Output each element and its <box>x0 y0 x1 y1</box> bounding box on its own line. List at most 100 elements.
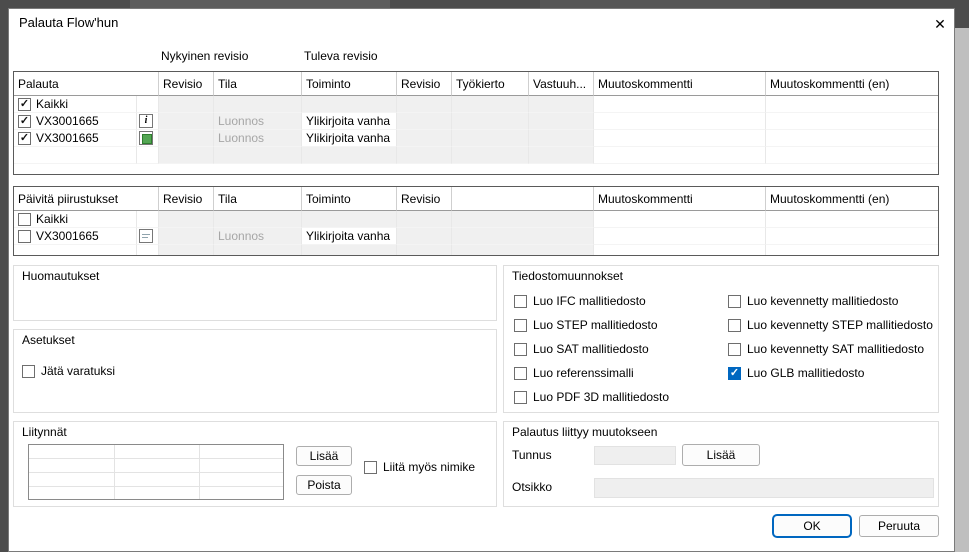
reference-model-option[interactable]: Luo referenssimalli <box>514 366 634 380</box>
reference-model-checkbox[interactable] <box>514 367 527 380</box>
vastuu-cell <box>529 130 594 147</box>
table-row-vx3001665[interactable]: VX3001665 Luonnos Ylikirjoita vanha <box>14 228 938 245</box>
row-name: VX3001665 <box>36 114 99 128</box>
ifc-checkbox[interactable] <box>514 295 527 308</box>
row-select-checkbox[interactable] <box>18 213 31 226</box>
step-checkbox[interactable] <box>514 319 527 332</box>
sat-option[interactable]: Luo SAT mallitiedosto <box>514 342 649 356</box>
col-toiminto: Toiminto <box>302 187 397 211</box>
drawing-icon <box>139 229 153 243</box>
row-name: Kaikki <box>36 97 68 111</box>
ok-button[interactable]: OK <box>773 515 851 537</box>
tyokierto-cell <box>452 96 529 113</box>
col-revisio-current: Revisio <box>159 187 214 211</box>
row-select-checkbox[interactable] <box>18 132 31 145</box>
col-muutoskommentti: Muutoskommentti <box>594 72 766 96</box>
table-row-vx3001665-2[interactable]: VX3001665 Luonnos Ylikirjoita vanha <box>14 130 938 147</box>
col-spacer <box>452 187 594 211</box>
leave-reserved-checkbox[interactable] <box>22 365 35 378</box>
row-select-checkbox[interactable] <box>18 230 31 243</box>
muutoskommentti-en-cell[interactable] <box>766 211 938 228</box>
notes-group-title: Huomautukset <box>22 269 99 283</box>
row-name: VX3001665 <box>36 131 99 145</box>
muutoskommentti-en-cell[interactable] <box>766 228 938 245</box>
background-panel <box>955 28 969 552</box>
conversions-group-title: Tiedostomuunnokset <box>512 269 623 283</box>
glb-option[interactable]: Luo GLB mallitiedosto <box>728 366 864 380</box>
connections-group-title: Liitynnät <box>22 425 67 439</box>
connections-remove-button[interactable]: Poista <box>296 475 352 495</box>
palauta-flowhun-dialog: Palauta Flow'hun ✕ Nykyinen revisio Tule… <box>8 8 955 552</box>
muutoskommentti-en-cell[interactable] <box>766 96 938 113</box>
muutoskommentti-cell[interactable] <box>594 130 766 147</box>
col-tyokierto: Työkierto <box>452 72 529 96</box>
tila-cell: Luonnos <box>214 228 302 245</box>
drawings-table: Päivitä piirustukset Revisio Tila Toimin… <box>13 186 939 256</box>
col-muutoskommentti-en: Muutoskommentti (en) <box>766 187 938 211</box>
return-table: Palauta Revisio Tila Toiminto Revisio Ty… <box>13 71 939 175</box>
glb-label: Luo GLB mallitiedosto <box>747 366 864 380</box>
tila-cell: Luonnos <box>214 130 302 147</box>
light-step-label: Luo kevennetty STEP mallitiedosto <box>747 318 933 332</box>
muutoskommentti-cell[interactable] <box>594 96 766 113</box>
sat-label: Luo SAT mallitiedosto <box>533 342 649 356</box>
row-select-checkbox[interactable] <box>18 115 31 128</box>
change-title-input[interactable] <box>594 478 934 498</box>
muutoskommentti-cell[interactable] <box>594 113 766 130</box>
close-icon[interactable]: ✕ <box>927 13 953 35</box>
change-id-input[interactable] <box>594 446 676 465</box>
muutoskommentti-en-cell[interactable] <box>766 130 938 147</box>
revisio2-cell <box>397 228 452 245</box>
model-icon <box>139 131 153 145</box>
table-row-vx3001665-1[interactable]: VX3001665 Luonnos Ylikirjoita vanha <box>14 113 938 130</box>
change-add-button[interactable]: Lisää <box>682 444 760 466</box>
light-model-checkbox[interactable] <box>728 295 741 308</box>
vastuu-cell <box>529 113 594 130</box>
col-muutoskommentti-en: Muutoskommentti (en) <box>766 72 938 96</box>
muutoskommentti-en-cell[interactable] <box>766 113 938 130</box>
pdf3d-option[interactable]: Luo PDF 3D mallitiedosto <box>514 390 669 404</box>
light-step-option[interactable]: Luo kevennetty STEP mallitiedosto <box>728 318 933 332</box>
ifc-option[interactable]: Luo IFC mallitiedosto <box>514 294 646 308</box>
col-revisio-current: Revisio <box>159 72 214 96</box>
row-icon-cell <box>137 96 159 113</box>
leave-reserved-option[interactable]: Jätä varatuksi <box>22 364 115 378</box>
table-row-kaikki[interactable]: Kaikki <box>14 211 938 228</box>
drawings-table-header: Päivitä piirustukset Revisio Tila Toimin… <box>14 187 938 211</box>
connections-list[interactable] <box>28 444 284 500</box>
notes-group: Huomautukset <box>13 265 497 321</box>
muutoskommentti-cell[interactable] <box>594 228 766 245</box>
light-model-option[interactable]: Luo kevennetty mallitiedosto <box>728 294 898 308</box>
toiminto-cell[interactable]: Ylikirjoita vanha <box>302 228 397 245</box>
attach-item-checkbox[interactable] <box>364 461 377 474</box>
cancel-button[interactable]: Peruuta <box>859 515 939 537</box>
attach-item-option[interactable]: Liitä myös nimike <box>364 460 475 474</box>
notes-area[interactable] <box>16 286 494 318</box>
revisio-cell <box>159 130 214 147</box>
glb-checkbox[interactable] <box>728 367 741 380</box>
revisio2-cell <box>397 96 452 113</box>
light-sat-checkbox[interactable] <box>728 343 741 356</box>
row-select-checkbox[interactable] <box>18 98 31 111</box>
col-vastuuhenkilo: Vastuuh... <box>529 72 594 96</box>
pdf3d-checkbox[interactable] <box>514 391 527 404</box>
table-row-kaikki[interactable]: Kaikki <box>14 96 938 113</box>
col-palauta: Palauta <box>14 72 159 96</box>
sat-checkbox[interactable] <box>514 343 527 356</box>
tila-cell <box>214 211 302 228</box>
toiminto-cell[interactable]: Ylikirjoita vanha <box>302 130 397 147</box>
connections-add-button[interactable]: Lisää <box>296 446 352 466</box>
background-window-strip <box>130 0 390 8</box>
leave-reserved-label: Jätä varatuksi <box>41 364 115 378</box>
light-step-checkbox[interactable] <box>728 319 741 332</box>
light-sat-option[interactable]: Luo kevennetty SAT mallitiedosto <box>728 342 924 356</box>
light-model-label: Luo kevennetty mallitiedosto <box>747 294 898 308</box>
tila-cell <box>214 96 302 113</box>
row-name: VX3001665 <box>36 229 99 243</box>
settings-group-title: Asetukset <box>22 333 75 347</box>
toiminto-cell[interactable]: Ylikirjoita vanha <box>302 113 397 130</box>
revisio2-cell <box>397 130 452 147</box>
muutoskommentti-cell[interactable] <box>594 211 766 228</box>
revisio2-cell <box>397 113 452 130</box>
step-option[interactable]: Luo STEP mallitiedosto <box>514 318 658 332</box>
